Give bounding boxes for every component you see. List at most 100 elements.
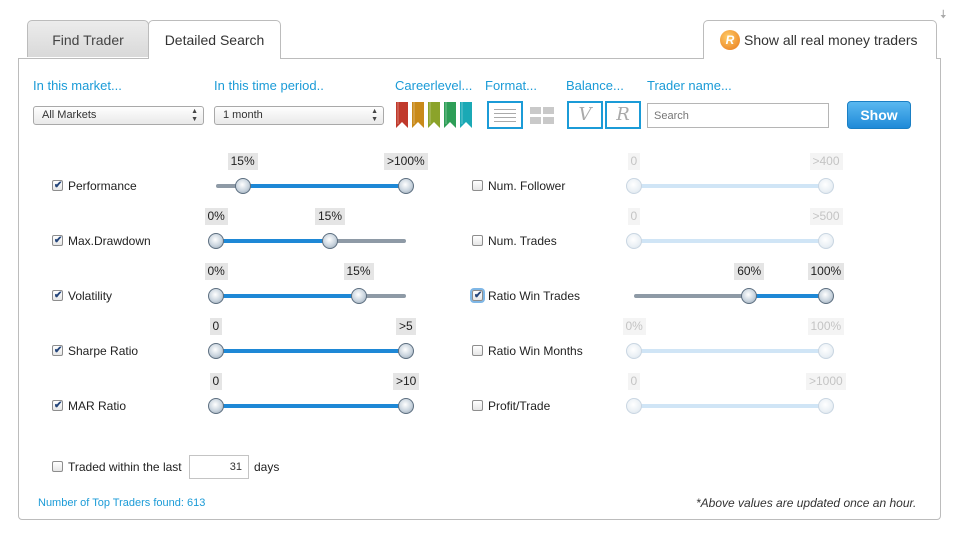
market-select-value: All Markets bbox=[42, 109, 97, 121]
range-slider[interactable] bbox=[208, 396, 414, 416]
traded-within-checkbox[interactable] bbox=[52, 461, 63, 472]
range-slider[interactable] bbox=[626, 341, 834, 361]
real-money-icon: R bbox=[720, 30, 740, 50]
range-slider[interactable] bbox=[216, 176, 414, 196]
careerlevel-ribbon-icon[interactable] bbox=[460, 102, 472, 128]
slider-high-handle[interactable] bbox=[818, 343, 834, 359]
slider-low-handle[interactable] bbox=[626, 178, 642, 194]
tab-detailed-search[interactable]: Detailed Search bbox=[148, 20, 281, 59]
slider-low-handle[interactable] bbox=[208, 343, 224, 359]
criteria-label: Ratio Win Trades bbox=[488, 289, 581, 303]
careerlevel-ribbon-icon[interactable] bbox=[444, 102, 456, 128]
update-note: *Above values are updated once an hour. bbox=[696, 496, 917, 510]
criteria-checkbox[interactable] bbox=[52, 400, 63, 411]
slider-high-handle[interactable] bbox=[818, 398, 834, 414]
range-slider[interactable] bbox=[634, 286, 834, 306]
days-unit-label: days bbox=[254, 460, 280, 474]
criteria-checkbox[interactable] bbox=[472, 400, 483, 411]
slider-high-value: 15% bbox=[315, 208, 346, 225]
slider-range-fill bbox=[216, 404, 406, 408]
criteria-checkbox[interactable] bbox=[472, 235, 483, 246]
slider-range-fill bbox=[216, 294, 359, 298]
criteria-checkbox[interactable] bbox=[52, 180, 63, 191]
slider-high-handle[interactable] bbox=[398, 343, 414, 359]
slider-high-value: 100% bbox=[807, 318, 845, 335]
range-slider[interactable] bbox=[208, 231, 406, 251]
slider-low-value: 0 bbox=[209, 373, 223, 390]
real-balance-icon[interactable]: R bbox=[605, 101, 641, 129]
range-slider[interactable] bbox=[626, 396, 834, 416]
criteria-label: Ratio Win Months bbox=[488, 344, 583, 358]
criteria-checkbox[interactable] bbox=[52, 345, 63, 356]
slider-low-value: 0 bbox=[209, 318, 223, 335]
criteria-checkbox[interactable] bbox=[472, 180, 483, 191]
virtual-balance-icon[interactable]: V bbox=[567, 101, 603, 129]
criteria-label: Num. Follower bbox=[488, 179, 566, 193]
range-slider[interactable] bbox=[626, 231, 834, 251]
criteria-checkbox[interactable] bbox=[52, 235, 63, 246]
slider-high-handle[interactable] bbox=[322, 233, 338, 249]
slider-low-value: 0 bbox=[627, 153, 641, 170]
scroll-down-icon[interactable]: 🠇 bbox=[940, 5, 947, 26]
period-select-value: 1 month bbox=[223, 109, 263, 121]
period-select[interactable]: 1 month ▲ ▼ bbox=[214, 106, 384, 125]
slider-low-value: 0 bbox=[627, 208, 641, 225]
market-select[interactable]: All Markets ▲ ▼ bbox=[33, 106, 204, 125]
slider-high-handle[interactable] bbox=[818, 233, 834, 249]
slider-range-fill bbox=[634, 349, 826, 353]
slider-range-fill bbox=[749, 294, 826, 298]
criteria-label: Volatility bbox=[68, 289, 113, 303]
slider-high-handle[interactable] bbox=[350, 288, 367, 304]
careerlevel-ribbon-icon[interactable] bbox=[396, 102, 408, 128]
list-format-icon[interactable] bbox=[487, 101, 523, 129]
slider-high-handle[interactable] bbox=[398, 178, 414, 194]
slider-high-value: >5 bbox=[396, 318, 416, 335]
show-button[interactable]: Show bbox=[847, 101, 911, 129]
slider-high-handle[interactable] bbox=[818, 178, 834, 194]
range-slider[interactable] bbox=[208, 286, 406, 306]
grid-format-icon[interactable] bbox=[530, 107, 556, 125]
criteria-label: MAR Ratio bbox=[68, 399, 127, 413]
criteria-checkbox[interactable] bbox=[52, 290, 63, 301]
slider-low-value: 0% bbox=[204, 263, 228, 280]
criteria-label: Sharpe Ratio bbox=[68, 344, 139, 358]
traded-within-label: Traded within the last bbox=[68, 460, 182, 474]
criteria-checkbox[interactable] bbox=[472, 345, 483, 356]
slider-high-value: 15% bbox=[343, 263, 374, 280]
market-label: In this market... bbox=[33, 78, 122, 93]
slider-high-handle[interactable] bbox=[818, 288, 834, 304]
slider-range-fill bbox=[216, 239, 330, 243]
slider-low-handle[interactable] bbox=[208, 398, 224, 414]
slider-high-value: 100% bbox=[807, 263, 845, 280]
slider-high-handle[interactable] bbox=[398, 398, 414, 414]
slider-low-handle[interactable] bbox=[234, 178, 251, 194]
criteria-label: Performance bbox=[68, 179, 137, 193]
trader-name-label: Trader name... bbox=[647, 78, 732, 93]
range-slider[interactable] bbox=[626, 176, 834, 196]
slider-high-value: >400 bbox=[809, 153, 843, 170]
criteria-checkbox[interactable] bbox=[472, 290, 483, 301]
slider-range-fill bbox=[634, 404, 826, 408]
slider-low-handle[interactable] bbox=[208, 233, 224, 249]
slider-high-value: >10 bbox=[393, 373, 420, 390]
slider-low-handle[interactable] bbox=[208, 288, 224, 304]
careerlevel-label: Careerlevel... bbox=[395, 78, 473, 93]
select-arrows-icon: ▲ ▼ bbox=[191, 108, 198, 123]
trader-search-input[interactable] bbox=[647, 103, 829, 128]
slider-low-handle[interactable] bbox=[626, 343, 642, 359]
slider-low-handle[interactable] bbox=[626, 233, 642, 249]
range-slider[interactable] bbox=[208, 341, 414, 361]
balance-label: Balance... bbox=[566, 78, 624, 93]
careerlevel-ribbon-icon[interactable] bbox=[428, 102, 440, 128]
careerlevel-ribbon-icon[interactable] bbox=[412, 102, 424, 128]
traded-days-input[interactable] bbox=[189, 455, 249, 479]
tab-find-trader[interactable]: Find Trader bbox=[27, 20, 149, 57]
slider-low-handle[interactable] bbox=[626, 398, 642, 414]
show-real-money-traders-button[interactable]: R Show all real money traders bbox=[703, 20, 937, 59]
slider-range-fill bbox=[216, 349, 406, 353]
slider-high-value: >500 bbox=[809, 208, 843, 225]
format-label: Format... bbox=[485, 78, 538, 93]
slider-low-value: 15% bbox=[227, 153, 258, 170]
slider-low-value: 60% bbox=[734, 263, 765, 280]
slider-low-handle[interactable] bbox=[741, 288, 758, 304]
